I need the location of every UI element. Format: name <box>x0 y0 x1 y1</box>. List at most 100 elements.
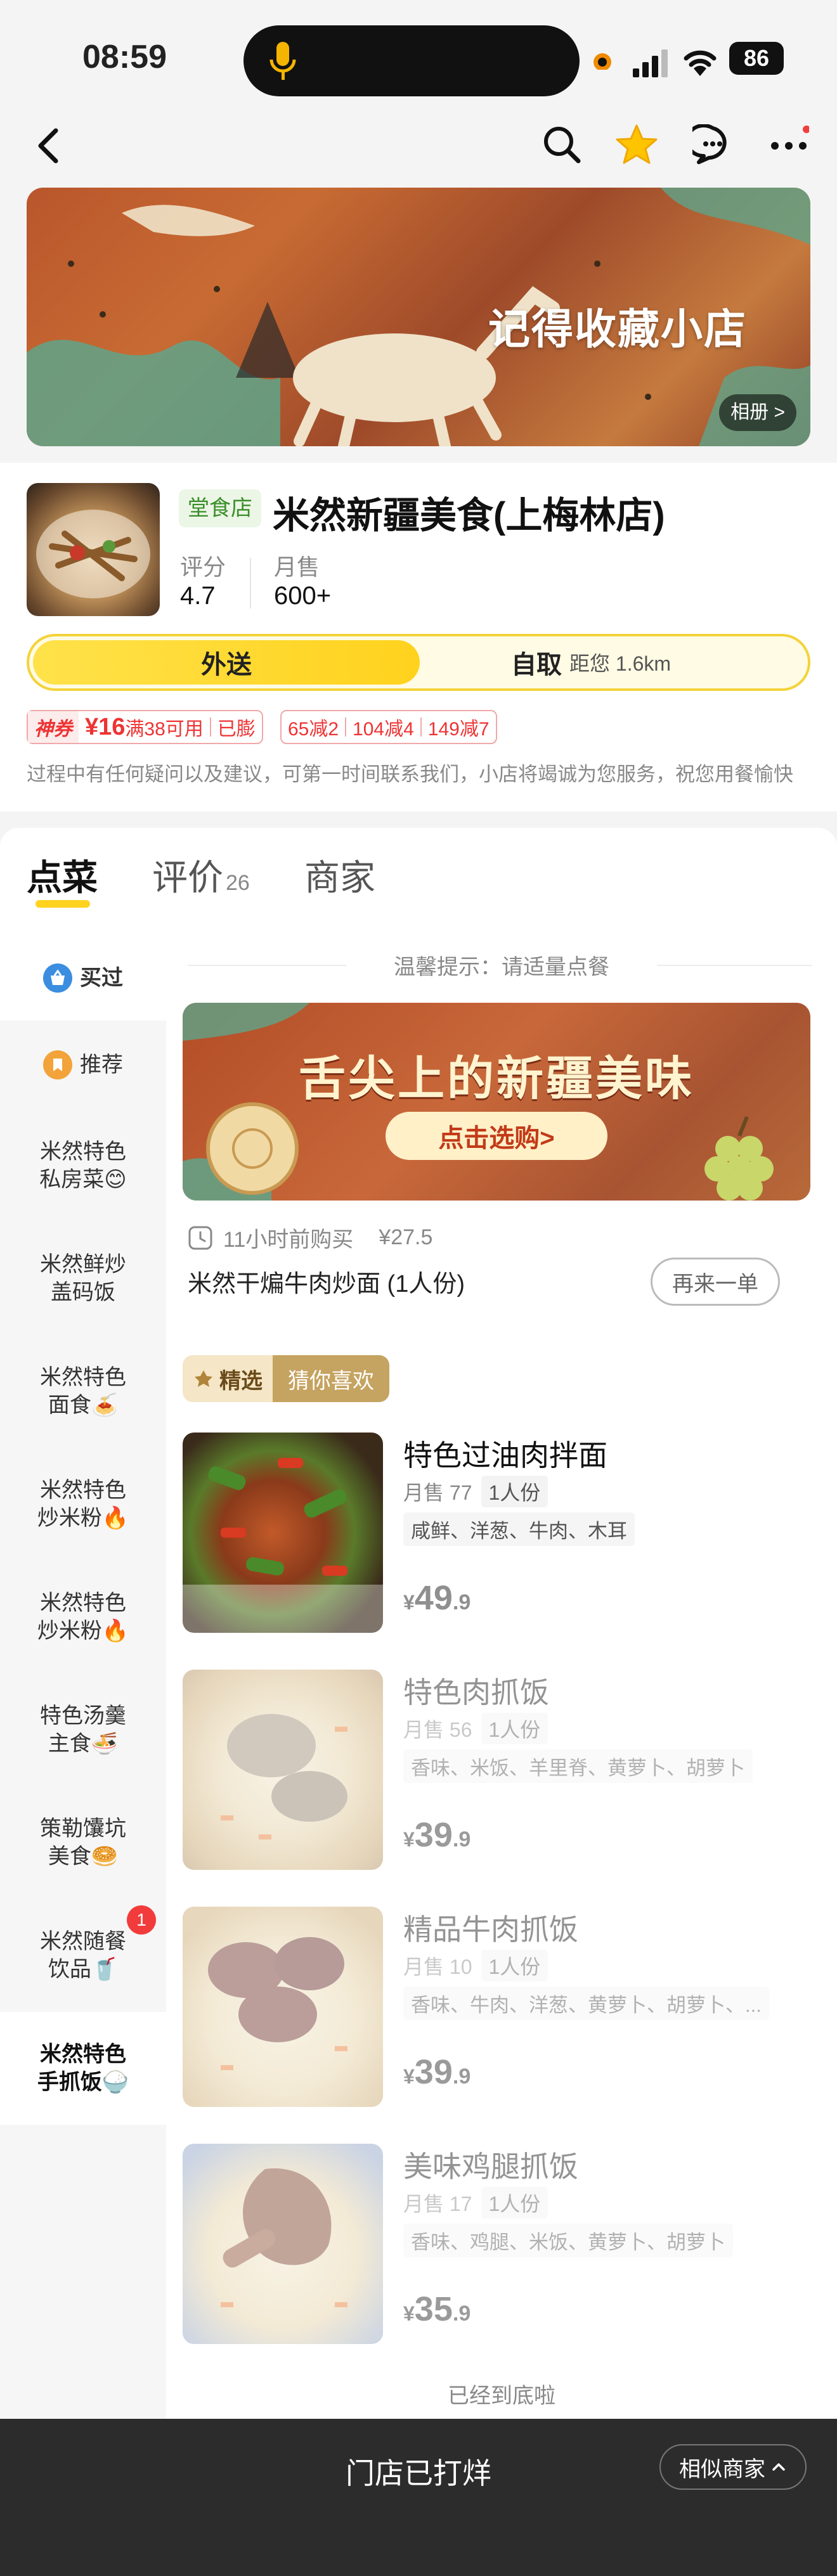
sidebar-item-label: 策勒馕坑 美食🥯 <box>40 1816 126 1869</box>
dish-price: ¥39.9 <box>403 2052 470 2092</box>
sales-value: 600+ <box>274 582 332 610</box>
sidebar-item-naan[interactable]: 策勒馕坑 美食🥯 <box>0 1786 166 1899</box>
banner-title: 记得收藏小店 <box>488 304 747 354</box>
dish-card[interactable]: 特色过油肉拌面 月售 77 1人份 咸鲜、洋葱、牛肉、木耳 ¥49.9 <box>183 1433 810 1633</box>
star-icon <box>616 124 658 164</box>
back-button[interactable] <box>30 122 68 170</box>
dish-card[interactable]: 精品牛肉抓饭 月售 10 1人份 香味、牛肉、洋葱、黄萝卜、胡萝卜、... ¥39… <box>183 1907 810 2107</box>
discount-item: 149减7 <box>427 719 490 740</box>
tab-merchant[interactable]: 商家 <box>304 849 375 901</box>
chevron-left-icon <box>38 128 58 164</box>
message-icon <box>692 124 727 164</box>
sidebar-item-recommend[interactable]: 推荐 <box>0 1021 166 1109</box>
sidebar-item-pilaf[interactable]: 米然特色 手抓饭🍚 <box>0 2012 166 2125</box>
delivery-mode-toggle: 外送 自取 距您 1.6km <box>27 634 810 691</box>
sidebar-item-rice-noodles-1[interactable]: 米然特色 炒米粉🔥 <box>0 1448 166 1561</box>
cart-count-badge: 1 <box>127 1905 156 1935</box>
coupon-status: 已膨 <box>217 719 256 740</box>
sidebar-item-rice-bowls[interactable]: 米然鲜炒 盖码饭 <box>0 1222 166 1335</box>
price-currency: ¥ <box>403 1828 415 1851</box>
sidebar-item-rice-noodles-2[interactable]: 米然特色 炒米粉🔥 <box>0 1561 166 1673</box>
pickup-tab[interactable]: 自取 距您 1.6km <box>511 636 671 688</box>
shop-avatar[interactable] <box>27 483 160 616</box>
tab-order[interactable]: 点菜 <box>27 849 98 901</box>
sidebar-item-private-dishes[interactable]: 米然特色 私房菜😊 <box>0 1109 166 1222</box>
price-currency: ¥ <box>403 1591 415 1614</box>
shop-name: 米然新疆美食(上梅林店) <box>273 495 665 536</box>
dish-sales-text: 月售 77 <box>403 1481 472 1504</box>
chevron-up-icon <box>772 2463 785 2471</box>
promo-banner[interactable]: 舌尖上的新疆美味 点击选购> <box>183 1003 810 1201</box>
price-decimal: .9 <box>452 1590 471 1614</box>
distance-label: 距您 1.6km <box>569 652 672 675</box>
delivery-tab[interactable]: 外送 <box>33 640 420 685</box>
more-icon <box>771 126 809 150</box>
dish-sales-text: 月售 17 <box>403 2193 472 2215</box>
dish-image <box>183 1670 383 1870</box>
discount-item: 104减4 <box>353 719 414 740</box>
stat-divider <box>250 558 251 609</box>
sidebar-item-drinks[interactable]: 米然随餐 饮品🥤 1 <box>0 1899 166 2012</box>
search-button[interactable] <box>538 120 586 169</box>
price-currency: ¥ <box>403 2065 415 2088</box>
signal-icon <box>632 44 670 83</box>
coupon-chip[interactable]: 神券 ¥16 满38可用 已膨 <box>27 710 263 744</box>
chat-button[interactable] <box>689 120 737 169</box>
sidebar-item-label: 买过 <box>80 965 123 990</box>
recording-dot-icon <box>590 44 615 73</box>
rating-value: 4.7 <box>180 582 216 610</box>
reorder-button[interactable]: 再来一单 <box>651 1258 780 1306</box>
price-decimal: .9 <box>452 2302 471 2326</box>
sidebar-item-noodles[interactable]: 米然特色 面食🍝 <box>0 1335 166 1448</box>
dish-sales: 月售 77 1人份 <box>403 1476 548 1507</box>
microphone-icon <box>266 39 299 84</box>
rating-label: 评分 <box>180 554 226 580</box>
promo-cta-button[interactable]: 点击选购> <box>386 1112 607 1160</box>
crown-icon <box>195 1370 212 1387</box>
recent-purchase-meta: 11小时前购买 ¥27.5 <box>188 1222 432 1253</box>
recent-dish-name: 米然干煸牛肉炒面 (1人份) <box>188 1271 465 1298</box>
discount-chip[interactable]: 65减2 104减4 149减7 <box>280 710 497 744</box>
dish-price: ¥35.9 <box>403 2289 470 2329</box>
discount-item: 65减2 <box>288 719 339 740</box>
basket-icon <box>43 963 72 993</box>
tab-order-label: 点菜 <box>27 858 98 898</box>
dish-image <box>183 2144 383 2344</box>
album-button[interactable]: 相册 > <box>719 394 796 431</box>
tab-reviews[interactable]: 评价 26 <box>152 849 250 901</box>
end-of-list: 已经到底啦 <box>448 2384 555 2408</box>
price-decimal: .9 <box>452 1827 471 1852</box>
battery-indicator: 86 <box>729 42 784 75</box>
dish-image <box>183 1907 383 2107</box>
dish-portion: 1人份 <box>481 1476 548 1507</box>
dish-card[interactable]: 特色肉抓饭 月售 56 1人份 香味、米饭、羊里脊、黄萝卜、胡萝卜 ¥39.9 <box>183 1670 810 1870</box>
dish-name: 特色肉抓饭 <box>403 1676 549 1709</box>
dish-price: ¥49.9 <box>403 1578 470 1618</box>
dish-price: ¥39.9 <box>403 1815 470 1855</box>
dish-card[interactable]: 美味鸡腿抓饭 月售 17 1人份 香味、鸡腿、米饭、黄萝卜、胡萝卜 ¥35.9 <box>183 2144 810 2344</box>
clock-icon <box>188 1225 213 1251</box>
dish-sales-text: 月售 56 <box>403 1718 472 1741</box>
dish-portion: 1人份 <box>481 2187 548 2219</box>
sidebar-item-label: 米然特色 面食🍝 <box>40 1365 126 1417</box>
sidebar-item-label: 米然随餐 饮品🥤 <box>40 1929 126 1981</box>
price-integer: 49 <box>414 1579 453 1617</box>
dish-name: 特色过油肉拌面 <box>403 1439 607 1472</box>
sidebar-item-soups[interactable]: 特色汤羹 主食🍜 <box>0 1673 166 1786</box>
recent-price: ¥27.5 <box>379 1225 433 1249</box>
review-count: 26 <box>226 871 250 895</box>
similar-shops-label: 相似商家 <box>679 2457 765 2482</box>
more-button[interactable] <box>765 120 813 169</box>
sales-label: 月售 <box>274 554 320 580</box>
dish-tags: 香味、鸡腿、米饭、黄萝卜、胡萝卜 <box>403 2224 733 2257</box>
dish-sales: 月售 56 1人份 <box>403 1713 548 1744</box>
guess-you-like-label: 猜你喜欢 <box>273 1355 389 1402</box>
favorite-button[interactable] <box>613 120 661 169</box>
picks-label-text: 精选 <box>219 1368 263 1393</box>
dish-image <box>183 1433 383 1633</box>
shop-banner[interactable]: 记得收藏小店 相册 > <box>27 188 810 446</box>
dish-sales-text: 月售 10 <box>403 1955 472 1978</box>
similar-shops-button[interactable]: 相似商家 <box>659 2444 807 2490</box>
dish-name: 精品牛肉抓饭 <box>403 1913 578 1946</box>
sidebar-item-bought[interactable]: 买过 <box>0 936 166 1021</box>
